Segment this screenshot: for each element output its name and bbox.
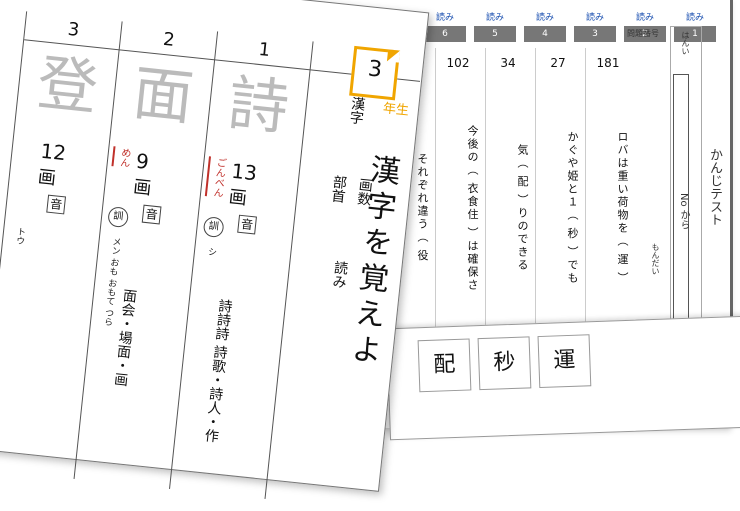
answer-number: 5 bbox=[474, 26, 516, 42]
question-column: 27 かぐや姫と１（ 秒 ）でも bbox=[535, 48, 580, 348]
stroke-number: 13 bbox=[230, 158, 259, 186]
range-no-label: No から bbox=[678, 193, 689, 230]
kanji-practice-sheet: 1 詩 ごんべん 13 画 訓 音 シ 詩詩詩 詩歌・詩人・作 2 面 めん 9画… bbox=[0, 0, 430, 511]
question-text: ロバは重い荷物を（ 運 ） bbox=[616, 131, 629, 285]
question-number: 34 bbox=[500, 56, 516, 70]
kun-mark-icon: 訓 bbox=[202, 216, 225, 239]
range-label: はんい bbox=[681, 31, 690, 55]
radical-reading: めん bbox=[111, 146, 133, 169]
row-label-kanji: 漢字 bbox=[347, 95, 367, 126]
on-mark: 音 bbox=[46, 194, 67, 215]
question-text: 気（ 配 ）りのできる bbox=[516, 144, 529, 272]
trace-kanji: 詩 bbox=[225, 68, 293, 145]
question-number: 181 bbox=[596, 56, 620, 70]
answer-header-cell: 読み 4 bbox=[520, 8, 570, 48]
answer-grid-sheet: 運 秒 配 bbox=[386, 315, 740, 441]
mondai-small-label: もんだい bbox=[651, 243, 660, 275]
answer-number: 3 bbox=[574, 26, 616, 42]
answer-header-cell: 読み 3 bbox=[570, 8, 620, 48]
question-text: かぐや姫と１（ 秒 ）でも bbox=[566, 131, 579, 285]
question-column: 181 ロバは重い荷物を（ 運 ） bbox=[585, 48, 630, 348]
question-column: 34 気（ 配 ）りのできる bbox=[485, 48, 530, 348]
yomi-label: 読み bbox=[635, 13, 654, 23]
trace-kanji: 面 bbox=[129, 58, 197, 135]
stroke-unit: 画 bbox=[36, 166, 57, 190]
on-mark: 音 bbox=[141, 204, 162, 225]
grid-cell[interactable]: 運 bbox=[537, 334, 592, 389]
mondai-number-label: 問題番号 bbox=[627, 29, 659, 38]
stroke-number: 9 bbox=[134, 148, 151, 174]
question-number: 27 bbox=[550, 56, 566, 70]
test-title: かんじテスト bbox=[707, 148, 722, 226]
stroke-count: 12 画 bbox=[36, 138, 68, 191]
stroke-unit: 画 bbox=[132, 176, 153, 200]
yomi-label: 読み bbox=[585, 13, 604, 23]
radical-reading: ごんべん bbox=[204, 156, 228, 199]
grid-cell[interactable]: 配 bbox=[417, 338, 472, 393]
question-number: 102 bbox=[446, 56, 470, 70]
yomi-label: 読み bbox=[685, 13, 704, 23]
answer-number: 6 bbox=[424, 26, 466, 42]
answer-header-cell: 読み 5 bbox=[470, 8, 520, 48]
grade-suffix: 年生 bbox=[382, 101, 410, 119]
stroke-number: 12 bbox=[39, 138, 68, 166]
yomi-label: 読み bbox=[535, 13, 554, 23]
row-label-radical: 部首 bbox=[328, 174, 348, 204]
stroke-count: 13 画 bbox=[227, 158, 259, 211]
kanji-examples: 詩詩詩 詩歌・詩人・作 bbox=[202, 297, 234, 444]
stroke-count: 9画 bbox=[132, 149, 155, 201]
question-column: 102 今後の（ 衣食住 ）は確保さ bbox=[435, 48, 480, 348]
grid-cell[interactable]: 秒 bbox=[477, 336, 532, 391]
kanji-readings: シ bbox=[205, 246, 217, 257]
question-text: 今後の（ 衣食住 ）は確保さ bbox=[466, 124, 479, 292]
answer-number: 4 bbox=[524, 26, 566, 42]
kanji-readings: トウ bbox=[13, 226, 26, 246]
kun-mark-icon: 訓 bbox=[107, 206, 130, 229]
grade-number: 3 bbox=[366, 56, 384, 83]
grade-badge: 3 bbox=[349, 45, 401, 101]
trace-kanji: 登 bbox=[34, 48, 102, 125]
stroke-unit: 画 bbox=[227, 186, 248, 210]
yomi-label: 読み bbox=[485, 13, 504, 23]
on-mark: 音 bbox=[237, 214, 257, 235]
